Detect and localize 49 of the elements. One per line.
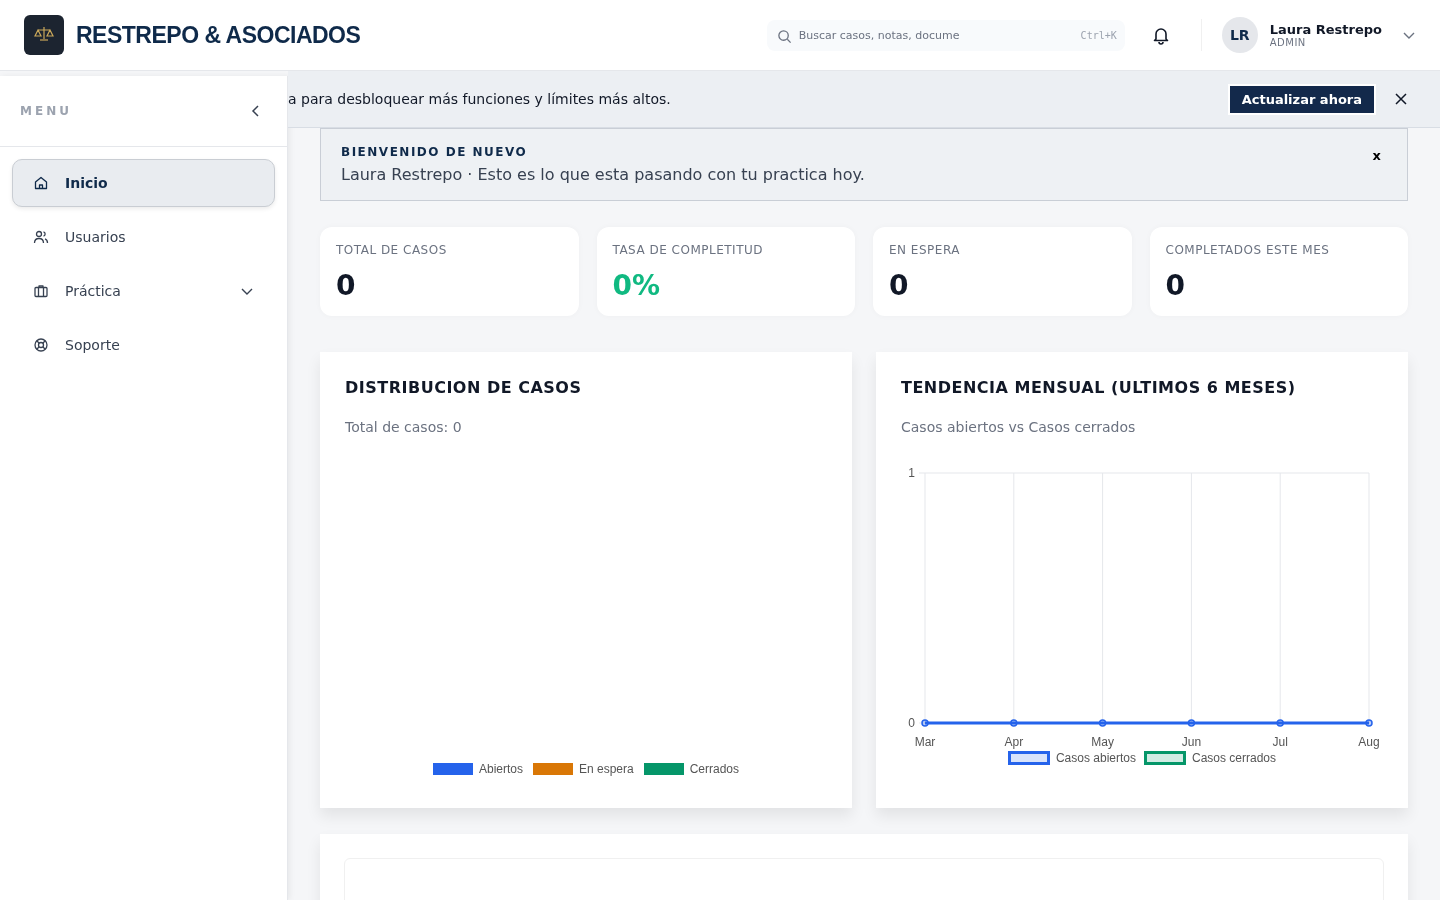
upgrade-button[interactable]: Actualizar ahora (1227, 83, 1376, 115)
stat-label: TASA DE COMPLETITUD (612, 243, 764, 257)
stat-value: 0 (336, 269, 357, 302)
search-icon (776, 28, 792, 44)
stat-value: 0% (612, 269, 662, 302)
user-name: Laura Restrepo (1269, 22, 1382, 37)
card-title: TENDENCIA MENSUAL (ULTIMOS 6 MESES) (901, 378, 1297, 397)
close-button[interactable]: x (1366, 145, 1387, 165)
card-subtitle: Total de casos: 0 (345, 419, 463, 435)
stat-value: 0 (1165, 269, 1186, 302)
stat-value: 0 (889, 269, 910, 302)
stat-label: EN ESPERA (889, 243, 961, 257)
home-icon (33, 175, 49, 191)
legend-label: Casos abiertos (1055, 751, 1136, 765)
axis-tick-label: 1 (908, 466, 915, 480)
users-icon (33, 229, 49, 245)
brand-name: RESTREPO & ASOCIADOS (76, 21, 361, 49)
user-avatar[interactable]: LR (1221, 17, 1258, 53)
legend-label: En espera (579, 762, 634, 776)
stat-label: COMPLETADOS ESTE MES (1165, 243, 1331, 257)
axis-tick-label: 0 (908, 716, 915, 730)
sidebar-item[interactable]: Inicio (12, 159, 275, 207)
legend-swatch (1007, 751, 1050, 765)
briefcase-icon (33, 283, 49, 299)
legend-label: Casos cerrados (1192, 751, 1277, 765)
axis-tick-label: Aug (1358, 735, 1380, 749)
menu-title: MENU (20, 104, 72, 118)
sidebar-item[interactable]: Usuarios (12, 213, 275, 261)
sidebar-item[interactable]: Soporte (12, 321, 275, 369)
lifebuoy-icon (33, 337, 49, 353)
welcome-title: BIENVENIDO DE NUEVO (341, 145, 529, 159)
axis-tick-label: Apr (1004, 735, 1024, 749)
logo-icon (24, 15, 64, 55)
legend-label: Abiertos (478, 762, 523, 776)
welcome-message: Laura Restrepo · Esto es lo que esta pasando con tu practica hoy. (341, 165, 865, 184)
axis-tick-label: Jul (1272, 735, 1288, 749)
axis-tick-label: Jun (1181, 735, 1202, 749)
sidebar-item[interactable]: Práctica (12, 267, 275, 315)
card-title: DISTRIBUCION DE CASOS (345, 378, 583, 397)
close-icon[interactable] (1394, 92, 1408, 106)
user-role: ADMIN (1269, 37, 1307, 48)
legend-swatch (1144, 751, 1186, 765)
stat-label: TOTAL DE CASOS (336, 243, 448, 257)
axis-tick-label: May (1091, 735, 1114, 749)
card-subtitle: Casos abiertos vs Casos cerrados (901, 419, 1137, 435)
axis-tick-label: Mar (914, 735, 936, 749)
legend-label: Cerrados (689, 762, 740, 776)
shortcut-hint: Ctrl+K (1080, 29, 1117, 41)
upgrade-message: a para desbloquear más funciones y límites más altos. (288, 91, 671, 107)
